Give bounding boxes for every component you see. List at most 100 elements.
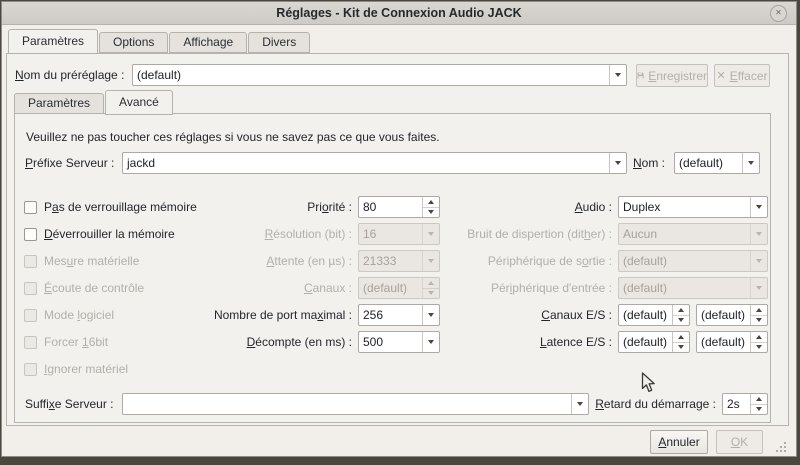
checkbox-row-hw-monitor: Écoute de contrôle bbox=[24, 277, 144, 299]
server-suffix-label: Suffixe Serveur : bbox=[25, 393, 114, 415]
spinner-buttons[interactable] bbox=[750, 394, 767, 414]
channels-label: Canaux : bbox=[182, 277, 352, 299]
x-icon: ✕ bbox=[716, 69, 725, 82]
checkbox-row-hw-meter: Mesure matérielle bbox=[24, 250, 139, 272]
io-latency-out-value: (default) bbox=[697, 332, 750, 352]
checkbox bbox=[24, 336, 37, 349]
chevron-down-icon bbox=[750, 251, 767, 271]
chevron-down-icon[interactable] bbox=[742, 153, 759, 173]
spinner-buttons[interactable] bbox=[672, 332, 689, 352]
save-icon bbox=[637, 70, 644, 81]
input-device-value: (default) bbox=[619, 278, 750, 298]
output-device-label: Périphérique de sortie : bbox=[422, 250, 612, 272]
spin-down-icon[interactable] bbox=[756, 318, 762, 322]
close-icon[interactable]: ✕ bbox=[770, 5, 787, 22]
dither-value: Aucun bbox=[619, 224, 750, 244]
spinner-buttons[interactable] bbox=[672, 305, 689, 325]
io-channels-out-value: (default) bbox=[697, 305, 750, 325]
server-prefix-combobox[interactable]: jackd bbox=[122, 152, 627, 174]
ok-button-label: OK bbox=[731, 435, 748, 449]
spin-up-icon[interactable] bbox=[678, 308, 684, 312]
io-channels-in-value: (default) bbox=[619, 305, 672, 325]
chevron-down-icon[interactable] bbox=[609, 153, 626, 173]
titlebar[interactable]: Réglages - Kit de Connexion Audio JACK ✕ bbox=[2, 2, 796, 25]
checkbox-row-unlock-memory[interactable]: Déverrouiller la mémoire bbox=[24, 223, 175, 245]
checkbox[interactable] bbox=[24, 228, 37, 241]
timeout-value: 500 bbox=[359, 332, 422, 352]
warning-text: Veuillez ne pas toucher ces réglages si … bbox=[26, 126, 440, 148]
preset-name-combobox[interactable]: (default) bbox=[132, 64, 627, 86]
spin-down-icon[interactable] bbox=[678, 345, 684, 349]
outer-tab-bar: Paramètres Options Affichage Divers bbox=[8, 29, 311, 53]
server-prefix-label: Préfixe Serveur : bbox=[25, 152, 114, 174]
chevron-down-icon[interactable] bbox=[609, 65, 626, 85]
cancel-button[interactable]: Annuler bbox=[650, 430, 708, 454]
spinner-buttons[interactable] bbox=[750, 332, 767, 352]
preset-name-label: Nom du préréglage : bbox=[15, 64, 124, 86]
settings-dialog: Réglages - Kit de Connexion Audio JACK ✕… bbox=[1, 1, 797, 457]
spin-down-icon[interactable] bbox=[678, 318, 684, 322]
dither-combobox: Aucun bbox=[618, 223, 768, 245]
output-device-combobox: (default) bbox=[618, 250, 768, 272]
checkbox bbox=[24, 309, 37, 322]
spinner-buttons[interactable] bbox=[750, 305, 767, 325]
chevron-down-icon[interactable] bbox=[750, 197, 767, 217]
io-channels-in-spinbox[interactable]: (default) bbox=[618, 304, 690, 326]
tab-divers[interactable]: Divers bbox=[248, 32, 310, 53]
io-channels-label: Canaux E/S : bbox=[422, 304, 612, 326]
checkbox-label: Forcer 16bit bbox=[44, 335, 108, 349]
erase-button: ✕ Effacer bbox=[714, 64, 770, 87]
preset-name-value: (default) bbox=[133, 65, 609, 85]
chevron-down-icon bbox=[750, 278, 767, 298]
screen: Réglages - Kit de Connexion Audio JACK ✕… bbox=[0, 0, 800, 465]
tab-parametres[interactable]: Paramètres bbox=[8, 29, 98, 54]
max-ports-value: 256 bbox=[359, 305, 422, 325]
resize-grip[interactable] bbox=[776, 450, 778, 452]
checkbox-row-memlock[interactable]: Pas de verrouillage mémoire bbox=[24, 196, 197, 218]
window-title: Réglages - Kit de Connexion Audio JACK bbox=[2, 2, 796, 24]
server-name-combobox[interactable]: (default) bbox=[674, 152, 760, 174]
tab-options[interactable]: Options bbox=[99, 32, 168, 53]
io-latency-out-spinbox[interactable]: (default) bbox=[696, 331, 768, 353]
spin-up-icon[interactable] bbox=[756, 308, 762, 312]
tab-label: Paramètres bbox=[22, 34, 84, 48]
io-channels-out-spinbox[interactable]: (default) bbox=[696, 304, 768, 326]
max-ports-label: Nombre de port maximal : bbox=[182, 304, 352, 326]
audio-combobox[interactable]: Duplex bbox=[618, 196, 768, 218]
checkbox-row-softmode: Mode logiciel bbox=[24, 304, 114, 326]
start-delay-spinbox[interactable]: 2s bbox=[722, 393, 768, 415]
server-suffix-value bbox=[123, 394, 571, 414]
wait-label: Attente (en µs) : bbox=[182, 250, 352, 272]
input-device-combobox: (default) bbox=[618, 277, 768, 299]
spin-up-icon[interactable] bbox=[756, 335, 762, 339]
audio-value: Duplex bbox=[619, 197, 750, 217]
output-device-value: (default) bbox=[619, 251, 750, 271]
spin-up-icon[interactable] bbox=[756, 397, 762, 401]
tab-affichage[interactable]: Affichage bbox=[169, 32, 247, 53]
server-suffix-combobox[interactable] bbox=[122, 393, 589, 415]
start-delay-value: 2s bbox=[723, 394, 750, 414]
wordlength-value: 16 bbox=[359, 224, 422, 244]
timeout-label: Décompte (en ms) : bbox=[182, 331, 352, 353]
spin-down-icon[interactable] bbox=[756, 407, 762, 411]
tab-label: Paramètres bbox=[28, 96, 90, 110]
mouse-cursor bbox=[641, 372, 656, 394]
checkbox-row-ignore-hw: Ignorer matériel bbox=[24, 358, 128, 380]
tab-parametres-inner[interactable]: Paramètres bbox=[14, 93, 104, 114]
audio-label: Audio : bbox=[422, 196, 612, 218]
tab-label: Avancé bbox=[119, 95, 159, 109]
io-latency-in-spinbox[interactable]: (default) bbox=[618, 331, 690, 353]
dither-label: Bruit de dispertion (dither) : bbox=[422, 223, 612, 245]
spin-up-icon[interactable] bbox=[678, 335, 684, 339]
spin-down-icon[interactable] bbox=[756, 345, 762, 349]
priority-value: 80 bbox=[359, 197, 422, 217]
tab-avance[interactable]: Avancé bbox=[105, 90, 173, 115]
channels-value: (default) bbox=[359, 278, 422, 298]
tab-label: Options bbox=[113, 35, 154, 49]
ok-button: OK bbox=[716, 430, 763, 454]
erase-button-label: Effacer bbox=[730, 69, 768, 83]
tab-label: Affichage bbox=[183, 35, 233, 49]
checkbox[interactable] bbox=[24, 201, 37, 214]
checkbox-label: Déverrouiller la mémoire bbox=[44, 227, 175, 241]
server-name-value: (default) bbox=[675, 153, 742, 173]
